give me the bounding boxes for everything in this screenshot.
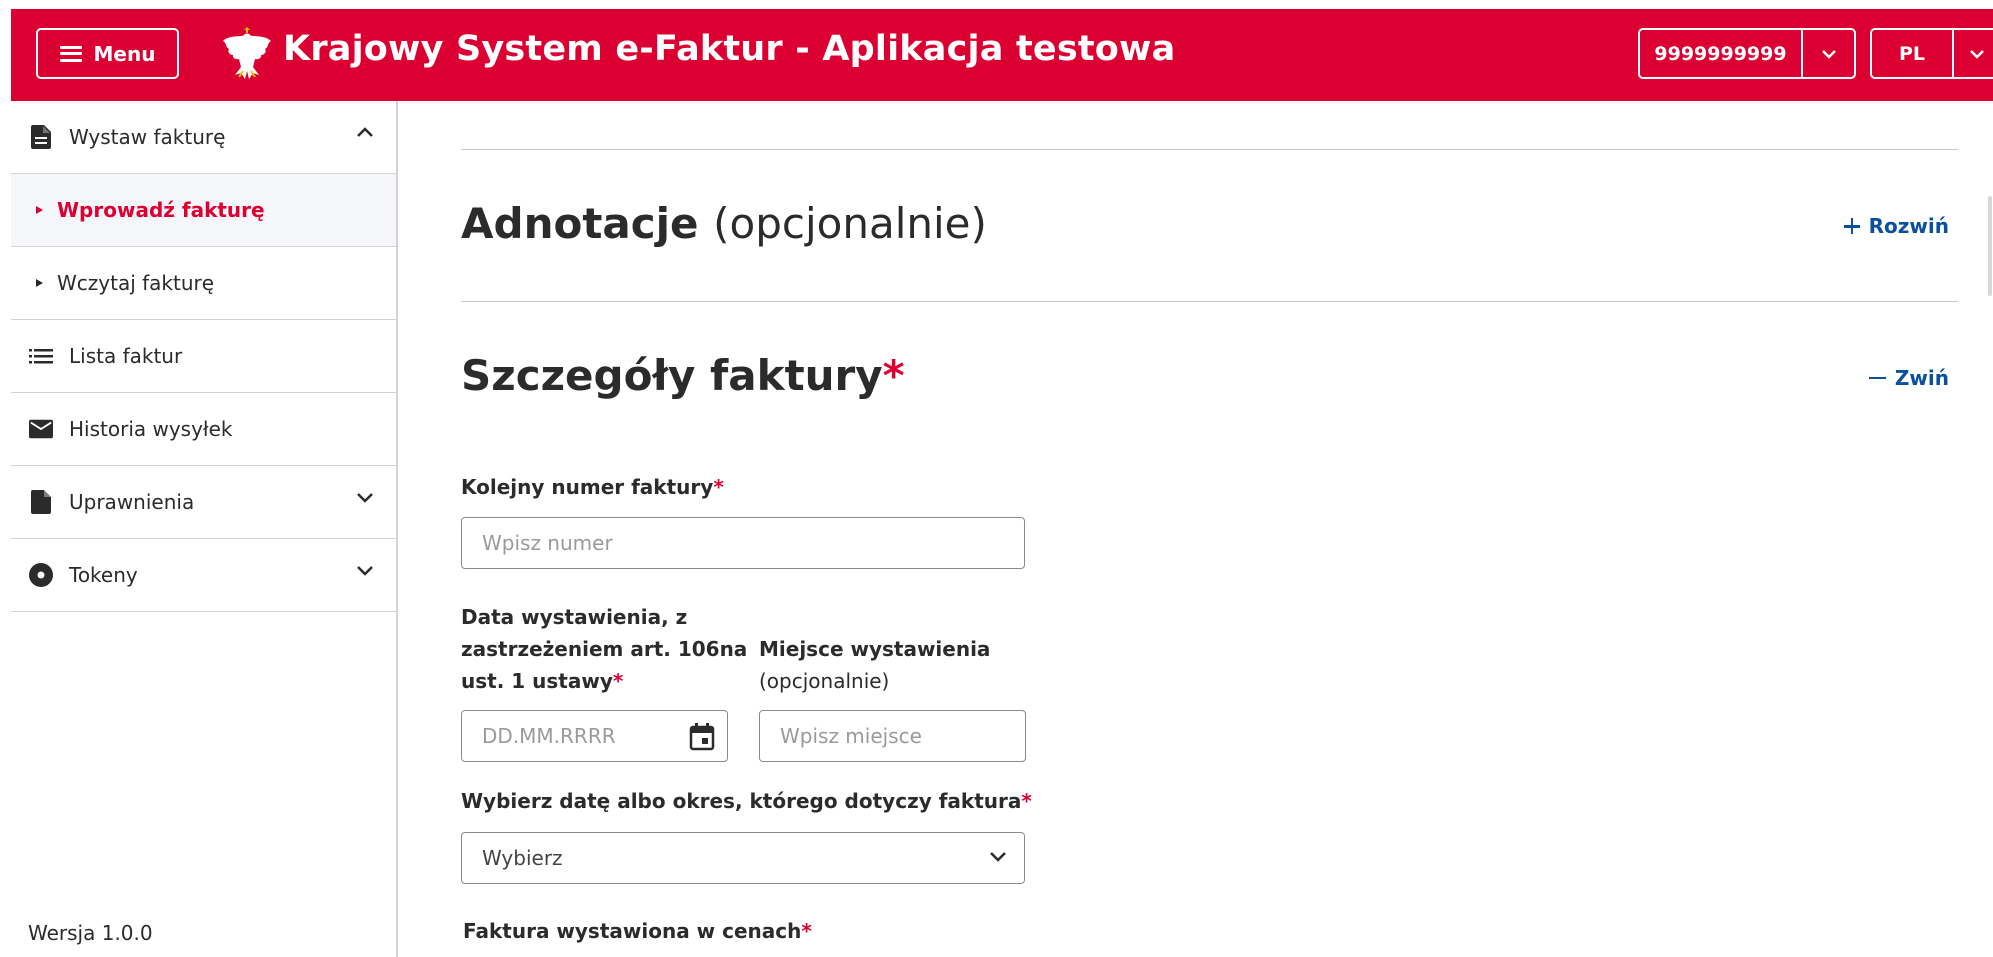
scrollbar[interactable] bbox=[1988, 196, 1992, 296]
sidebar-item-lista-faktur[interactable]: Lista faktur bbox=[11, 320, 396, 393]
optional-label: (opcjonalnie) bbox=[713, 199, 987, 248]
required-mark: * bbox=[882, 351, 905, 400]
chevron-down-icon bbox=[1970, 49, 1984, 59]
chevron-down-icon bbox=[357, 566, 373, 576]
sidebar-item-historia-wysylek[interactable]: Historia wysyłek bbox=[11, 393, 396, 466]
sidebar: Wystaw fakturę Wprowadź fakturę Wczytaj … bbox=[11, 101, 398, 957]
section-title-adnotacje: Adnotacje (opcjonalnie) bbox=[461, 199, 987, 248]
sidebar-item-label: Tokeny bbox=[69, 563, 138, 587]
sidebar-item-label: Historia wysyłek bbox=[69, 417, 233, 441]
section-title-text: Adnotacje bbox=[461, 199, 699, 248]
prices-label: Faktura wystawiona w cenach* bbox=[463, 919, 812, 943]
triangle-right-icon bbox=[36, 206, 43, 214]
input-placeholder: DD.MM.RRRR bbox=[482, 724, 616, 748]
disc-icon bbox=[29, 563, 53, 587]
plus-icon bbox=[1843, 218, 1860, 234]
input-placeholder: Wpisz numer bbox=[482, 531, 613, 555]
date-period-label: Wybierz datę albo okres, którego dotyczy… bbox=[461, 789, 1032, 813]
sidebar-item-wczytaj-fakture[interactable]: Wczytaj fakturę bbox=[11, 247, 396, 320]
language-dropdown-button[interactable] bbox=[1954, 30, 1993, 77]
document-icon bbox=[29, 125, 53, 149]
issue-date-input[interactable]: DD.MM.RRRR bbox=[461, 710, 728, 762]
sidebar-item-tokeny[interactable]: Tokeny bbox=[11, 539, 396, 612]
sidebar-item-uprawnienia[interactable]: Uprawnienia bbox=[11, 466, 396, 539]
triangle-right-icon bbox=[36, 279, 43, 287]
input-placeholder: Wpisz miejsce bbox=[780, 724, 922, 748]
toggle-label: Rozwiń bbox=[1868, 214, 1949, 238]
main-content: Adnotacje (opcjonalnie) Rozwiń Szczegóły… bbox=[400, 101, 1993, 957]
chevron-up-icon bbox=[357, 127, 373, 137]
sidebar-item-label: Wprowadź fakturę bbox=[57, 198, 265, 222]
collapse-szczegoly-button[interactable]: Zwiń bbox=[1868, 366, 1949, 390]
divider bbox=[461, 149, 1958, 150]
select-value: Wybierz bbox=[482, 846, 563, 870]
sidebar-item-label: Uprawnienia bbox=[69, 490, 195, 514]
nip-value: 9999999999 bbox=[1640, 30, 1803, 77]
nip-dropdown-button[interactable] bbox=[1803, 30, 1854, 77]
minus-icon bbox=[1868, 376, 1886, 380]
section-title-szczegoly: Szczegóły faktury* bbox=[461, 351, 905, 400]
language-value: PL bbox=[1872, 30, 1954, 77]
calendar-icon[interactable] bbox=[689, 723, 715, 751]
section-title-text: Szczegóły faktury bbox=[461, 351, 883, 400]
top-bar: Menu Krajowy System e-Faktur - Aplikacja… bbox=[11, 9, 1993, 101]
file-icon bbox=[29, 490, 53, 514]
nip-selector[interactable]: 9999999999 bbox=[1638, 28, 1856, 79]
chevron-down-icon bbox=[990, 852, 1006, 862]
invoice-number-label: Kolejny numer faktury* bbox=[461, 475, 724, 499]
menu-button-label: Menu bbox=[93, 41, 156, 66]
chevron-down-icon bbox=[1821, 49, 1836, 59]
sidebar-item-label: Lista faktur bbox=[69, 344, 183, 368]
sidebar-item-wprowadz-fakture[interactable]: Wprowadź fakturę bbox=[11, 174, 396, 247]
app-title: Krajowy System e-Faktur - Aplikacja test… bbox=[283, 29, 1176, 69]
issue-date-label: Data wystawienia, z zastrzeżeniem art. 1… bbox=[461, 605, 748, 693]
menu-button[interactable]: Menu bbox=[36, 28, 179, 79]
language-selector[interactable]: PL bbox=[1870, 28, 1993, 79]
divider bbox=[461, 301, 1958, 302]
date-period-select[interactable]: Wybierz bbox=[461, 832, 1025, 884]
invoice-number-input[interactable]: Wpisz numer bbox=[461, 517, 1025, 569]
sidebar-item-wystaw-fakture[interactable]: Wystaw fakturę bbox=[11, 101, 396, 174]
envelope-icon bbox=[29, 417, 53, 441]
toggle-label: Zwiń bbox=[1894, 366, 1949, 390]
sidebar-item-label: Wczytaj fakturę bbox=[57, 271, 215, 295]
eagle-emblem-icon bbox=[223, 27, 271, 79]
sidebar-item-label: Wystaw fakturę bbox=[69, 125, 226, 149]
app-version: Wersja 1.0.0 bbox=[28, 921, 153, 945]
chevron-down-icon bbox=[357, 493, 373, 503]
expand-adnotacje-button[interactable]: Rozwiń bbox=[1843, 214, 1949, 238]
list-icon bbox=[29, 344, 53, 368]
hamburger-icon bbox=[59, 45, 82, 62]
issue-place-label: Miejsce wystawienia (opcjonalnie) bbox=[759, 637, 991, 693]
issue-place-input[interactable]: Wpisz miejsce bbox=[759, 710, 1026, 762]
